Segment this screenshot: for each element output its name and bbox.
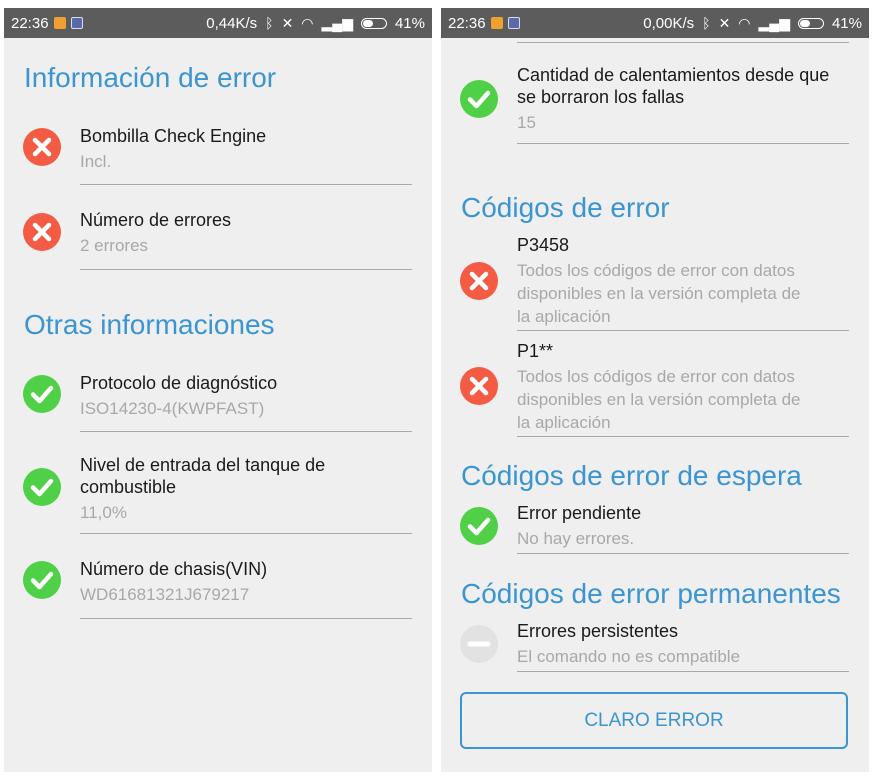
error-code: P1** bbox=[517, 341, 554, 361]
divider bbox=[80, 431, 412, 432]
item-label: Número de chasis(VIN) bbox=[80, 559, 268, 579]
check-circle-icon bbox=[460, 507, 498, 545]
x-circle-icon bbox=[23, 128, 61, 166]
item-label: se borraron los fallas bbox=[517, 87, 685, 107]
item-label: Nivel de entrada del tanque de bbox=[80, 455, 326, 475]
wifi-icon: ◠ bbox=[738, 15, 751, 31]
divider bbox=[517, 553, 849, 554]
clock: 22:36 bbox=[448, 14, 486, 32]
section-title-other-info: Otras informaciones bbox=[24, 309, 275, 340]
item-value: WD61681321J679217 bbox=[80, 585, 250, 604]
check-circle-icon bbox=[23, 561, 61, 599]
notification-app-icon bbox=[53, 17, 66, 29]
section-title-error-codes: Códigos de error bbox=[461, 192, 670, 223]
right-screen: 22:36 0,00K/s ᛒ ✕ ◠ ▂▄▆ 41% Cantidad de … bbox=[441, 8, 869, 772]
section-title-permanent-codes: Códigos de error permanentes bbox=[461, 578, 841, 609]
vibrate-off-icon: ✕ bbox=[281, 15, 294, 31]
bluetooth-icon: ᛒ bbox=[702, 15, 711, 31]
battery-level: 41% bbox=[831, 14, 862, 32]
check-circle-icon bbox=[460, 80, 498, 118]
clock: 22:36 bbox=[11, 14, 49, 32]
divider bbox=[517, 436, 849, 437]
item-label: Bombilla Check Engine bbox=[80, 126, 267, 146]
minus-circle-icon bbox=[460, 625, 498, 663]
error-description: la aplicación bbox=[517, 307, 611, 326]
battery-icon bbox=[797, 17, 824, 29]
notification-app-icon bbox=[507, 17, 520, 29]
notification-app-icon bbox=[70, 17, 83, 29]
divider bbox=[517, 330, 849, 331]
vibrate-off-icon: ✕ bbox=[718, 15, 731, 31]
item-value: 15 bbox=[517, 113, 536, 132]
item-value: Incl. bbox=[80, 152, 112, 171]
network-speed: 0,44K/s bbox=[206, 14, 258, 32]
item-label: combustible bbox=[80, 477, 177, 497]
error-description: Todos los códigos de error con datos bbox=[517, 367, 795, 386]
item-label: Número de errores bbox=[80, 210, 232, 230]
section-title-pending-codes: Códigos de error de espera bbox=[461, 460, 802, 491]
battery-level: 41% bbox=[394, 14, 425, 32]
bluetooth-icon: ᛒ bbox=[265, 15, 274, 31]
notification-app-icon bbox=[490, 17, 503, 29]
signal-icon: ▂▄▆ bbox=[321, 15, 353, 31]
error-code: P3458 bbox=[517, 235, 570, 255]
divider bbox=[80, 618, 412, 619]
item-value: 2 errores bbox=[80, 236, 149, 255]
item-label: Error pendiente bbox=[517, 503, 642, 523]
wifi-icon: ◠ bbox=[301, 15, 314, 31]
section-title-error-info: Información de error bbox=[24, 62, 277, 93]
signal-icon: ▂▄▆ bbox=[758, 15, 790, 31]
left-screen: 22:36 0,44K/s ᛒ ✕ ◠ ▂▄▆ 41% Información … bbox=[4, 8, 432, 772]
divider bbox=[517, 143, 849, 144]
divider bbox=[80, 184, 412, 185]
error-description: disponibles en la versión completa de bbox=[517, 284, 801, 303]
x-circle-icon bbox=[23, 213, 61, 251]
item-value: No hay errores. bbox=[517, 529, 635, 548]
divider bbox=[80, 533, 412, 534]
item-label: Cantidad de calentamientos desde que bbox=[517, 65, 830, 85]
error-description: disponibles en la versión completa de bbox=[517, 390, 801, 409]
item-value: ISO14230-4(KWPFAST) bbox=[80, 399, 265, 418]
check-circle-icon bbox=[23, 468, 61, 506]
battery-icon bbox=[360, 17, 387, 29]
item-value: El comando no es compatible bbox=[517, 647, 741, 666]
error-description: la aplicación bbox=[517, 413, 611, 432]
item-value: 11,0% bbox=[80, 503, 127, 522]
error-description: Todos los códigos de error con datos bbox=[517, 261, 795, 280]
status-bar: 22:36 0,00K/s ᛒ ✕ ◠ ▂▄▆ 41% bbox=[441, 8, 869, 38]
item-label: Errores persistentes bbox=[517, 621, 679, 641]
divider bbox=[517, 42, 849, 43]
network-speed: 0,00K/s bbox=[643, 14, 695, 32]
clear-error-button[interactable]: CLARO ERROR bbox=[460, 692, 848, 749]
check-circle-icon bbox=[23, 375, 61, 413]
divider bbox=[517, 671, 849, 672]
status-bar: 22:36 0,44K/s ᛒ ✕ ◠ ▂▄▆ 41% bbox=[4, 8, 432, 38]
x-circle-icon bbox=[460, 262, 498, 300]
x-circle-icon bbox=[460, 367, 498, 405]
item-label: Protocolo de diagnóstico bbox=[80, 373, 278, 393]
divider bbox=[80, 269, 412, 270]
